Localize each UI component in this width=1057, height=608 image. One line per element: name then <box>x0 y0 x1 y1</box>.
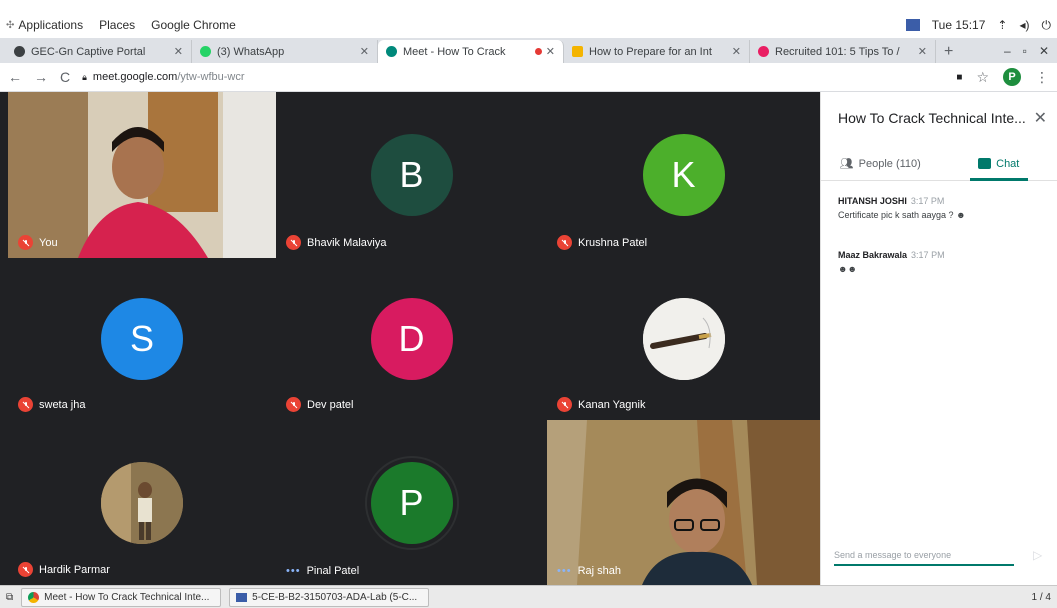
close-window-button[interactable]: ✕ <box>1039 40 1049 63</box>
mic-muted-icon <box>286 397 301 412</box>
recording-dot-icon <box>534 48 542 55</box>
participant-tile-you[interactable]: You <box>8 92 276 258</box>
participant-tile[interactable]: K Krushna Patel <box>547 92 820 258</box>
participant-avatar: D <box>370 298 453 380</box>
tab-favicon-icon <box>572 46 583 57</box>
tab-meet[interactable]: Meet - How To Crack ✕ <box>378 40 564 63</box>
reload-icon[interactable]: C <box>60 69 70 85</box>
participant-tile[interactable]: ••• Raj shah <box>547 420 820 585</box>
participant-photo <box>101 461 183 544</box>
tab-recruited-101[interactable]: Recruited 101: 5 Tips To / ✕ <box>750 40 936 63</box>
address-bar[interactable]: 🔒︎ meet.google.com/ytw-wfbu-wcr <box>82 71 244 83</box>
mic-muted-icon <box>18 397 33 412</box>
places-menu[interactable]: Places <box>99 18 135 32</box>
participant-tile[interactable]: Hardik Parmar <box>8 420 276 585</box>
close-icon[interactable]: ✕ <box>1034 108 1047 128</box>
meeting-side-panel: How To Crack Technical Inte... ✕ 👥︎ Peop… <box>820 92 1057 585</box>
chrome-icon <box>28 591 40 603</box>
lock-icon: 🔒︎ <box>82 71 87 82</box>
people-icon: 👥︎ <box>839 158 854 170</box>
chrome-app-menu[interactable]: Google Chrome <box>151 18 236 32</box>
minimize-button[interactable]: – <box>1004 40 1011 63</box>
system-taskbar: ⧉ Meet - How To Crack Technical Inte... … <box>0 585 1057 608</box>
audio-level-icon: ••• <box>557 565 572 577</box>
taskbar-item-lab[interactable]: 5-CE-B-B2-3150703-ADA-Lab (5-C... <box>229 587 430 607</box>
participant-nameplate: sweta jha <box>18 397 85 412</box>
participant-nameplate: Dev patel <box>286 397 353 412</box>
workspace-pager[interactable]: 1 / 4 <box>1032 592 1051 603</box>
tab-favicon-icon <box>758 46 769 57</box>
tab-chat[interactable]: Chat <box>940 147 1057 181</box>
chat-message: HITANSH JOSHI 3:17 PM Certificate pic k s… <box>838 196 966 220</box>
participant-video-feed <box>547 420 820 585</box>
participant-tile[interactable]: Kanan Yagnik <box>547 258 820 420</box>
tab-people[interactable]: 👥︎ People (110) <box>821 147 940 180</box>
new-tab-button[interactable]: + <box>944 40 953 63</box>
self-video-feed <box>8 92 276 258</box>
participant-avatar: S <box>101 298 183 380</box>
participant-avatar: P <box>370 461 453 544</box>
participant-nameplate: Hardik Parmar <box>18 562 110 577</box>
app-indicator-icon[interactable] <box>905 19 920 31</box>
participant-photo <box>642 298 725 380</box>
profile-avatar[interactable]: P <box>1003 68 1021 86</box>
mic-muted-icon <box>557 235 572 250</box>
browser-tab-strip: GEC-Gn Captive Portal ✕ (3) WhatsApp ✕ M… <box>0 38 1057 63</box>
tab-whatsapp[interactable]: (3) WhatsApp ✕ <box>192 40 378 63</box>
wifi-icon[interactable]: ⇡ <box>997 18 1007 32</box>
participant-nameplate: Krushna Patel <box>557 235 647 250</box>
mic-muted-icon <box>18 235 33 250</box>
tab-prepare-interview[interactable]: How to Prepare for an Int ✕ <box>564 40 750 63</box>
mic-muted-icon <box>557 397 572 412</box>
emoji-icon: ☻ <box>956 210 966 220</box>
audio-level-icon: ••• <box>286 565 301 577</box>
participant-tile[interactable]: B Bhavik Malaviya <box>276 92 547 258</box>
power-icon[interactable]: ⏻ <box>1042 18 1052 33</box>
panel-tabs: 👥︎ People (110) Chat <box>821 147 1057 181</box>
tab-close-icon[interactable]: ✕ <box>546 45 555 58</box>
participant-tile[interactable]: S sweta jha <box>8 258 276 420</box>
tab-close-icon[interactable]: ✕ <box>360 45 369 58</box>
participant-tile[interactable]: D Dev patel <box>276 258 547 420</box>
volume-icon[interactable]: ◂) <box>1019 18 1029 32</box>
participant-nameplate: Bhavik Malaviya <box>286 235 386 250</box>
participant-avatar: K <box>642 134 725 216</box>
chat-message: Maaz Bakrawala 3:17 PM ☻☻ <box>838 250 945 274</box>
chat-icon <box>978 158 992 169</box>
participant-nameplate: Kanan Yagnik <box>557 397 645 412</box>
emoji-icon: ☻☻ <box>838 264 857 274</box>
participant-tile[interactable]: P ••• Pinal Patel <box>276 420 547 585</box>
meet-video-grid: You B Bhavik Malaviya K Krushna Patel S … <box>0 92 820 585</box>
meet-icon <box>386 46 397 57</box>
whatsapp-icon <box>200 46 211 57</box>
window-icon <box>236 592 248 602</box>
participant-nameplate: ••• Raj shah <box>557 565 621 577</box>
tab-close-icon[interactable]: ✕ <box>174 45 183 58</box>
mic-muted-icon <box>18 562 33 577</box>
mic-muted-icon <box>286 235 301 250</box>
clock[interactable]: Tue 15:17 <box>932 18 986 32</box>
send-icon[interactable]: ▷ <box>1033 548 1042 562</box>
tab-close-icon[interactable]: ✕ <box>732 45 741 58</box>
applications-menu[interactable]: ✣ Applications <box>6 18 83 32</box>
participant-avatar: B <box>370 134 453 216</box>
participant-nameplate: ••• Pinal Patel <box>286 565 360 577</box>
tab-favicon-icon <box>14 46 25 57</box>
forward-icon[interactable]: → <box>34 69 48 85</box>
bookmark-star-icon[interactable]: ☆ <box>976 69 989 86</box>
participant-nameplate: You <box>18 235 58 250</box>
gnome-foot-icon: ✣ <box>6 19 15 31</box>
browser-toolbar: ← → C 🔒︎ meet.google.com/ytw-wfbu-wcr ■ … <box>0 63 1057 92</box>
workspace-icon[interactable]: ⧉ <box>6 592 13 603</box>
taskbar-item-chrome[interactable]: Meet - How To Crack Technical Inte... <box>21 587 222 607</box>
maximize-button[interactable]: ▫ <box>1023 40 1027 63</box>
gnome-top-bar: ✣ Applications Places Google Chrome Tue … <box>0 12 1057 38</box>
meeting-title: How To Crack Technical Inte... <box>838 110 1026 126</box>
chat-message-input[interactable]: Send a message to everyone <box>834 550 1014 566</box>
tab-captive-portal[interactable]: GEC-Gn Captive Portal ✕ <box>6 40 192 63</box>
back-icon[interactable]: ← <box>8 69 22 85</box>
menu-kebab-icon[interactable]: ⋮ <box>1035 69 1049 86</box>
tab-close-icon[interactable]: ✕ <box>918 45 927 58</box>
camera-icon[interactable]: ■ <box>956 72 962 83</box>
